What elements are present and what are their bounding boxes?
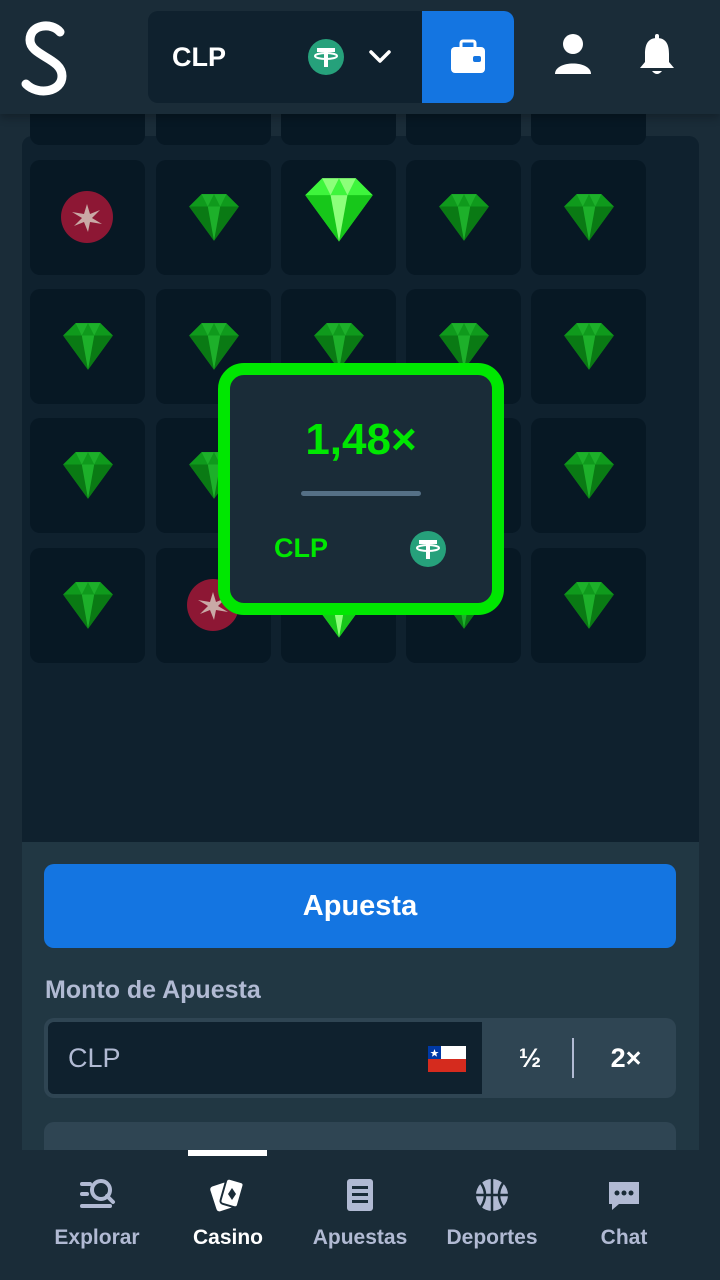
search-list-icon — [80, 1179, 115, 1208]
nav-item-explorar[interactable]: Explorar — [31, 1150, 163, 1280]
bottom-navigation: Explorar Casino Apuestas Deportes Chat — [0, 1150, 720, 1280]
gem-icon — [62, 582, 113, 629]
divider — [572, 1038, 574, 1078]
gem-icon — [438, 194, 489, 241]
gem-icon — [62, 452, 113, 499]
bet-amount-label: Monto de Apuesta — [45, 976, 261, 1004]
user-icon[interactable] — [552, 32, 594, 76]
bet-controls: Apuesta Monto de Apuesta CLP ½ 2× — [22, 842, 699, 1182]
chat-icon — [609, 1182, 639, 1210]
mine-tile-gem[interactable] — [30, 289, 145, 404]
mine-tile-gem[interactable] — [30, 548, 145, 663]
tether-coin-icon — [410, 531, 446, 567]
bell-icon[interactable] — [636, 32, 678, 76]
gem-icon — [188, 194, 239, 241]
divider — [301, 491, 421, 496]
win-currency: CLP — [274, 533, 328, 563]
mine-tile-gem[interactable] — [531, 160, 646, 275]
gem-icon — [563, 452, 614, 499]
gem-icon — [563, 323, 614, 370]
betslip-icon — [347, 1179, 373, 1211]
currency-code: CLP — [172, 42, 226, 72]
nav-label: Chat — [600, 1226, 648, 1249]
mine-tile-gem[interactable] — [30, 418, 145, 533]
chevron-down-icon — [369, 50, 391, 63]
bet-button[interactable]: Apuesta — [44, 864, 676, 948]
bet-amount-input[interactable]: CLP — [46, 1020, 484, 1096]
currency-selector[interactable]: CLP — [148, 11, 422, 103]
mine-icon — [61, 191, 113, 243]
gem-icon — [304, 178, 373, 242]
tether-coin-icon — [308, 39, 344, 75]
top-header: CLP — [0, 0, 720, 114]
mine-tile-gem[interactable] — [531, 289, 646, 404]
win-popup: 1,48× CLP — [218, 363, 504, 615]
gem-icon — [563, 582, 614, 629]
chile-flag-icon — [428, 1046, 466, 1072]
nav-label: Apuestas — [312, 1226, 408, 1249]
bet-amount-field: CLP ½ 2× — [44, 1018, 676, 1098]
mine-tile-gem[interactable] — [406, 160, 521, 275]
double-bet-button[interactable]: 2× — [576, 1018, 676, 1098]
brand-logo[interactable] — [16, 18, 74, 98]
mine-tile-gem-revealed[interactable] — [281, 160, 396, 275]
nav-item-deportes[interactable]: Deportes — [426, 1150, 558, 1280]
mines-game-screen: CLP 1,48× CLP Apuesta Monto de Apuesta C… — [0, 0, 720, 1280]
gem-icon — [62, 323, 113, 370]
mine-tile-mine[interactable] — [30, 160, 145, 275]
nav-item-chat[interactable]: Chat — [558, 1150, 690, 1280]
nav-label: Casino — [192, 1226, 263, 1249]
nav-item-casino[interactable]: Casino — [162, 1150, 294, 1280]
wallet-bar: CLP — [148, 11, 514, 103]
nav-item-apuestas[interactable]: Apuestas — [294, 1150, 426, 1280]
nav-label: Explorar — [54, 1226, 140, 1249]
cards-icon — [210, 1177, 245, 1212]
bet-amount-placeholder: CLP — [68, 1043, 121, 1073]
half-bet-button[interactable]: ½ — [486, 1018, 574, 1098]
gem-icon — [563, 194, 614, 241]
nav-label: Deportes — [446, 1226, 538, 1249]
mine-tile-gem[interactable] — [531, 548, 646, 663]
mine-tile-gem[interactable] — [156, 160, 271, 275]
mine-tile-gem[interactable] — [531, 418, 646, 533]
wallet-icon — [451, 39, 485, 73]
wallet-button[interactable] — [422, 11, 514, 103]
basketball-icon — [476, 1179, 508, 1211]
win-multiplier: 1,48× — [305, 415, 417, 464]
